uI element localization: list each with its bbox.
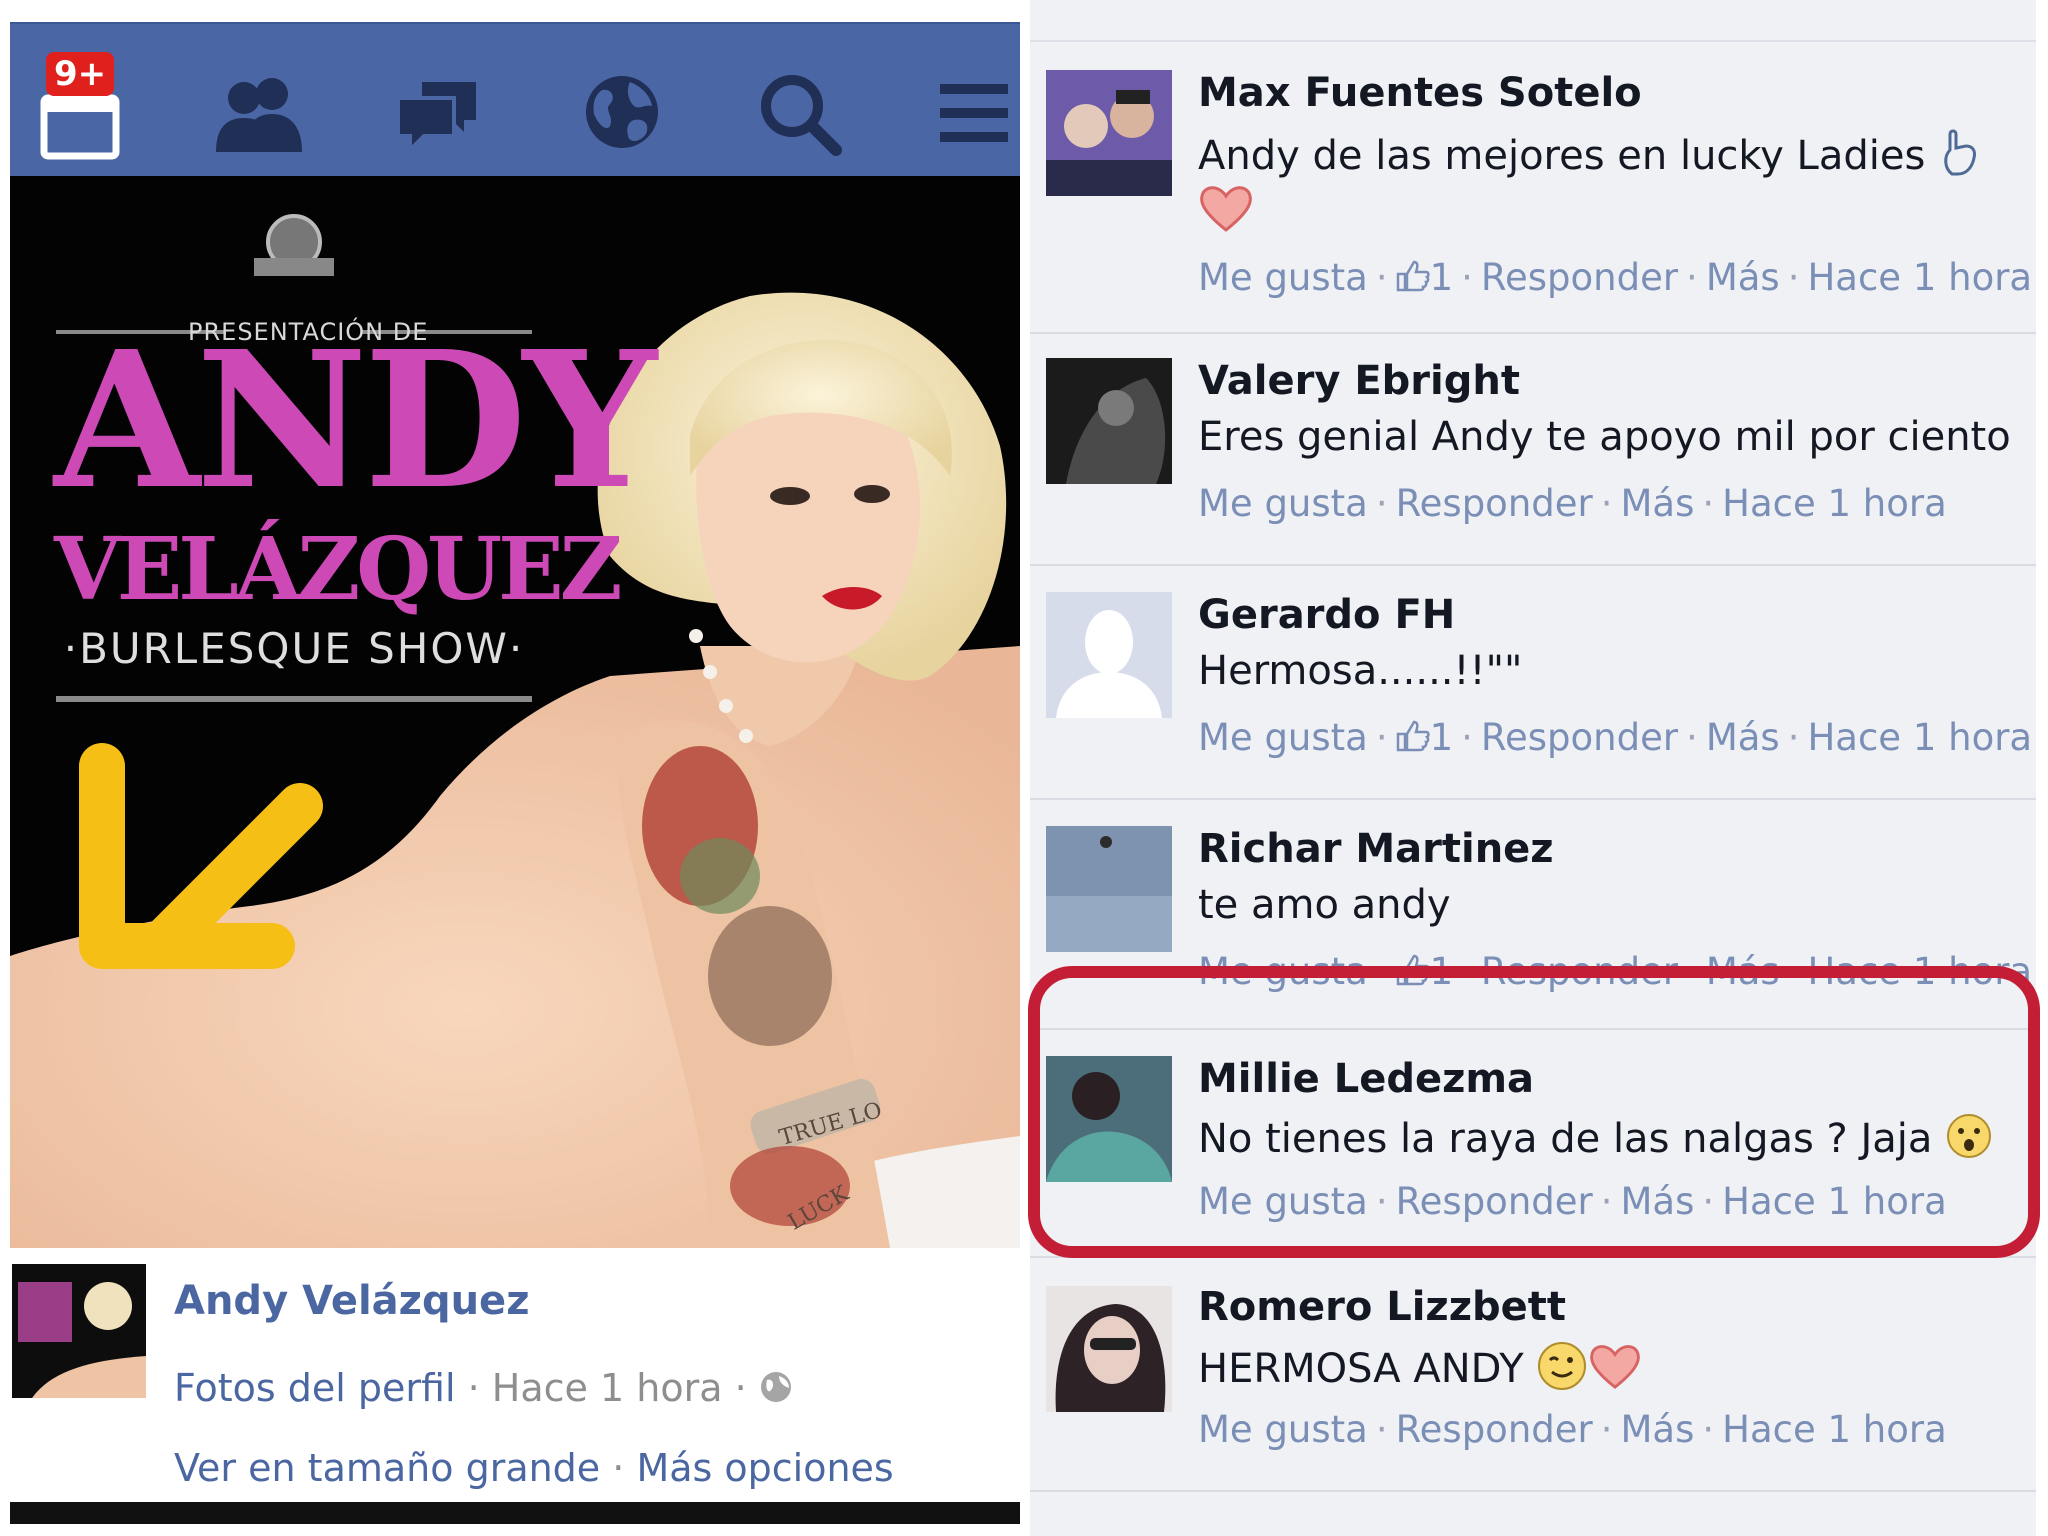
comment-time: Hace 1 hora (1722, 1408, 1947, 1451)
reply-link[interactable]: Responder (1481, 716, 1678, 759)
more-link[interactable]: Más (1621, 482, 1695, 525)
reply-link[interactable]: Responder (1481, 256, 1678, 299)
show-logo-icon (248, 212, 340, 288)
comment-text-content: Andy de las mejores en lucky Ladies (1198, 133, 1926, 179)
sep: · (1600, 482, 1613, 525)
notification-badge[interactable]: 9+ (46, 52, 115, 96)
messages-icon[interactable] (394, 76, 480, 160)
comment-time: Hace 1 hora (1807, 256, 2033, 299)
photo-view-panel: 9+ PRESENTACIÓN DE ANDY VELÁZQUEZ ·BURLE… (10, 22, 1020, 1524)
sep: · (1686, 256, 1698, 299)
more-link[interactable]: Más (1621, 1408, 1695, 1451)
more-link[interactable]: Más (1706, 256, 1780, 299)
comment-item: Valery Ebright Eres genial Andy te apoyo… (1030, 334, 2036, 566)
notifications-icon[interactable] (40, 84, 120, 164)
like-link[interactable]: Me gusta (1198, 256, 1368, 299)
post-links: Ver en tamaño grande · Más opciones (174, 1446, 894, 1490)
comment-text: HERMOSA ANDY (1198, 1340, 1642, 1402)
point-up-hand-icon (1938, 128, 1982, 188)
previous-comment-edge (1030, 0, 2036, 42)
link-separator: · (612, 1446, 637, 1490)
view-large-link[interactable]: Ver en tamaño grande (174, 1446, 600, 1490)
more-options-link[interactable]: Más opciones (636, 1446, 893, 1490)
sep: · (1375, 1408, 1388, 1451)
album-link[interactable]: Fotos del perfil (174, 1366, 456, 1410)
menu-icon[interactable] (936, 80, 1012, 152)
post-time: Hace 1 hora (491, 1366, 723, 1410)
comment-time: Hace 1 hora (1807, 716, 2033, 759)
like-count-icon (1396, 718, 1430, 761)
commenter-name[interactable]: Max Fuentes Sotelo (1198, 70, 1642, 116)
post-info: Andy Velázquez Fotos del perfil · Hace 1… (10, 1248, 1020, 1514)
globe-icon[interactable] (580, 70, 664, 158)
meta-separator: · (467, 1366, 492, 1410)
comment-text: Eres genial Andy te apoyo mil por ciento (1198, 414, 2011, 460)
comment-text: Hermosa......!!"" (1198, 648, 1523, 694)
more-link[interactable]: Más (1706, 716, 1780, 759)
comment-time: Hace 1 hora (1722, 482, 1947, 525)
sep: · (1702, 482, 1715, 525)
sep: · (1461, 716, 1473, 759)
like-link[interactable]: Me gusta (1198, 716, 1368, 759)
sep: · (1461, 256, 1473, 299)
sep: · (1702, 1408, 1715, 1451)
comment-actions: Me gusta · 1 · Responder · Más · Hace 1 hora (1198, 716, 2032, 761)
search-icon[interactable] (756, 70, 846, 164)
poster-tagline: ·BURLESQUE SHOW· (63, 624, 525, 673)
reply-link[interactable]: Responder (1396, 482, 1593, 525)
comment-item: Romero Lizzbett HERMOSA ANDY Me gusta · Re… (1030, 1258, 2036, 1492)
sep: · (1686, 716, 1698, 759)
sep: · (1375, 716, 1388, 759)
sep: · (1375, 482, 1388, 525)
comment-text: te amo andy (1198, 882, 1451, 928)
like-count: 1 (1429, 716, 1454, 759)
commenter-name[interactable]: Gerardo FH (1198, 592, 1455, 638)
commenter-avatar[interactable] (1046, 1286, 1172, 1412)
bottom-bar (10, 1502, 1020, 1524)
top-navigation-bar: 9+ (10, 22, 1020, 176)
commenter-name[interactable]: Romero Lizzbett (1198, 1284, 1566, 1330)
comment-text: Andy de las mejores en lucky Ladies (1198, 128, 1982, 188)
privacy-globe-icon (759, 1369, 793, 1413)
like-link[interactable]: Me gusta (1198, 1408, 1368, 1451)
sep: · (1787, 716, 1800, 759)
like-link[interactable]: Me gusta (1198, 482, 1368, 525)
reply-link[interactable]: Responder (1396, 1408, 1593, 1451)
poster-title-name: ANDY (54, 310, 657, 531)
heart-icon (1588, 1341, 1642, 1401)
comment-actions: Me gusta · Responder · Más · Hace 1 hora (1198, 1408, 1947, 1451)
comment-item: Max Fuentes Sotelo Andy de las mejores e… (1030, 42, 2036, 334)
meta-separator: · (734, 1366, 759, 1410)
sep: · (1787, 256, 1800, 299)
comment-actions: Me gusta · Responder · Más · Hace 1 hora (1198, 482, 1947, 525)
commenter-avatar[interactable] (1046, 358, 1172, 484)
comment-actions: Me gusta · 1 · Responder · Más · Hace 1 hora (1198, 256, 2032, 301)
author-avatar[interactable] (12, 1264, 146, 1398)
comment-text-content: HERMOSA ANDY (1198, 1346, 1524, 1392)
winking-face-icon (1536, 1340, 1588, 1402)
commenter-avatar[interactable] (1046, 592, 1172, 718)
author-name-link[interactable]: Andy Velázquez (174, 1278, 529, 1324)
commenter-avatar[interactable] (1046, 70, 1172, 196)
comment-item: Gerardo FH Hermosa......!!"" Me gusta · 1 ·… (1030, 566, 2036, 800)
commenter-name[interactable]: Richar Martinez (1198, 826, 1554, 872)
comments-panel: Max Fuentes Sotelo Andy de las mejores e… (1030, 0, 2036, 1536)
poster-rule-bottom (56, 696, 532, 702)
sep: · (1375, 256, 1388, 299)
like-count: 1 (1429, 256, 1454, 299)
commenter-name[interactable]: Valery Ebright (1198, 358, 1520, 404)
post-meta: Fotos del perfil · Hace 1 hora · (174, 1366, 793, 1413)
heart-icon (1198, 182, 1254, 238)
like-count-icon (1396, 258, 1430, 301)
profile-photo[interactable]: PRESENTACIÓN DE ANDY VELÁZQUEZ ·BURLESQU… (10, 176, 1020, 1248)
poster-title-surname: VELÁZQUEZ (54, 519, 623, 620)
friends-icon[interactable] (214, 74, 306, 158)
sep: · (1600, 1408, 1613, 1451)
highlight-annotation-box (1028, 966, 2040, 1258)
commenter-avatar[interactable] (1046, 826, 1172, 952)
